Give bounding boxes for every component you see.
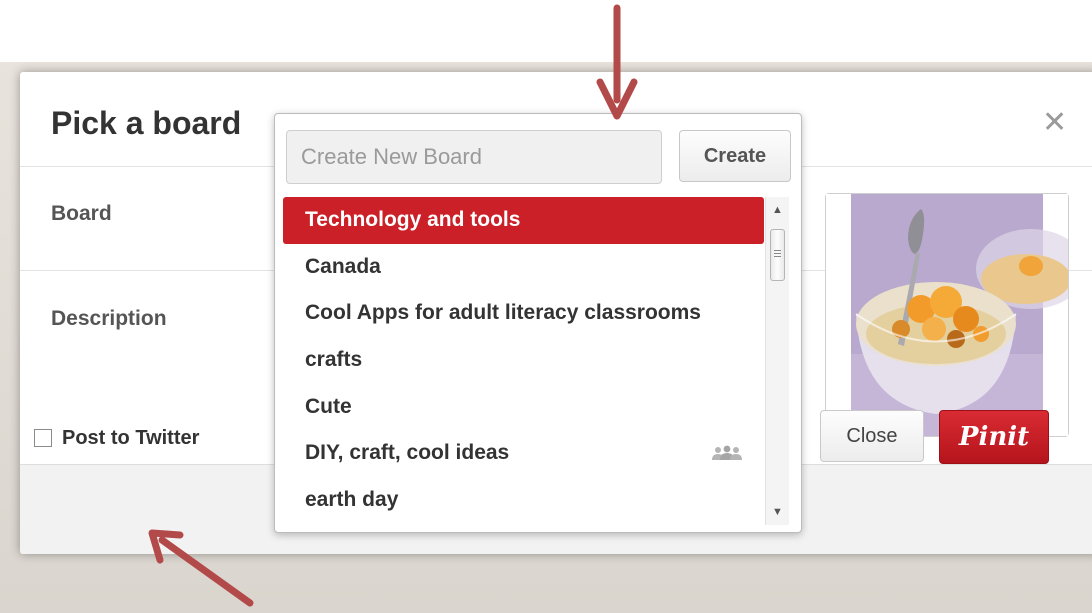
board-item-diy-craft[interactable]: DIY, craft, cool ideas [283,430,764,477]
close-icon[interactable]: ✕ [1042,108,1067,138]
board-item-cool-apps[interactable]: Cool Apps for adult literacy classrooms [283,290,764,337]
scroll-down-arrow-icon[interactable]: ▼ [766,503,789,521]
board-dropdown: Create Technology and tools Canada Cool … [274,113,802,533]
board-item-label: Cute [305,394,352,418]
post-to-twitter-label[interactable]: Post to Twitter [62,427,199,450]
board-item-canada[interactable]: Canada [283,244,764,291]
board-item-label: earth day [305,487,399,511]
dialog-title: Pick a board [51,105,242,141]
board-item-label: Canada [305,254,381,278]
board-item-label: Technology and tools [305,208,521,232]
create-new-board-input[interactable] [286,130,662,184]
board-item-label: DIY, craft, cool ideas [305,441,510,465]
board-item-crafts[interactable]: crafts [283,337,764,384]
scroll-thumb[interactable] [770,229,785,281]
board-label: Board [51,202,112,225]
board-item-label: Cool Apps for adult literacy classrooms [305,301,701,325]
pin-image [825,193,1086,437]
create-board-button[interactable]: Create [679,130,791,182]
board-list-scrollbar[interactable]: ▲ ▼ [765,197,789,525]
scroll-up-arrow-icon[interactable]: ▲ [766,201,789,219]
board-item-earth-day[interactable]: earth day [283,477,764,524]
post-to-twitter-checkbox[interactable] [34,429,52,447]
description-label: Description [51,307,167,330]
group-board-icon [712,445,742,460]
board-item-label: crafts [305,348,363,372]
pinit-button[interactable]: Pinit [939,410,1049,464]
pin-image-photo [826,194,1086,436]
board-list: Technology and tools Canada Cool Apps fo… [283,197,764,527]
close-button[interactable]: Close [820,410,924,462]
board-item-technology-and-tools[interactable]: Technology and tools [283,197,764,244]
board-item-cute[interactable]: Cute [283,383,764,430]
